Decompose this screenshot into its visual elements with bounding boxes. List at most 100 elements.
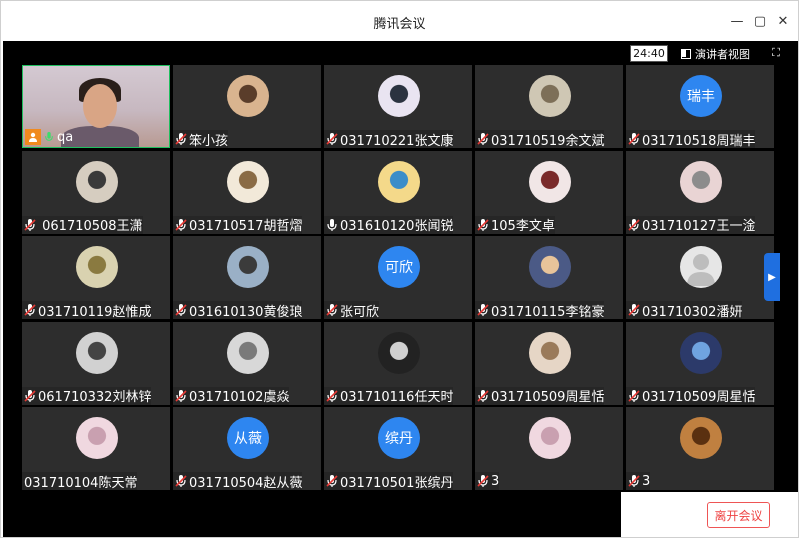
speaker-view-button[interactable]: 演讲者视图: [681, 45, 756, 62]
participant-name: 031710501张缤丹: [340, 475, 454, 491]
participant-label: 031710302潘妍: [626, 301, 743, 319]
participant-name: 105李文卓: [491, 219, 555, 234]
participant-tile[interactable]: 061710508王潇: [22, 150, 170, 234]
participant-label: 061710508王潇: [22, 215, 143, 234]
participant-label: 031710519余文斌: [475, 130, 605, 149]
participant-name: 031710518周瑞丰: [642, 133, 756, 149]
participant-name: 031710116任天时: [340, 390, 454, 405]
microphone-muted-icon: [477, 132, 489, 146]
microphone-muted-icon: [175, 389, 187, 403]
expand-panel-icon[interactable]: ▶: [764, 253, 780, 301]
close-icon[interactable]: ✕: [773, 11, 793, 31]
participant-name: 031710504赵从薇: [189, 475, 303, 491]
participant-name: 3: [491, 473, 500, 489]
meeting-window: 腾讯会议 — ▢ ✕ 24:40 演讲者视图 ⛶ qa 笨小孩 031710221张…: [0, 0, 799, 538]
participant-label: 031710504赵从薇: [173, 472, 303, 491]
participant-tile[interactable]: 缤丹 031710501张缤丹: [324, 407, 472, 490]
participant-tile[interactable]: qa: [22, 65, 170, 148]
avatar-photo: [680, 160, 722, 203]
avatar-photo: [529, 75, 571, 117]
avatar-photo: [680, 417, 722, 459]
participant-tile[interactable]: 105李文卓: [475, 150, 623, 234]
participant-label: 031710115李铭豪: [475, 301, 605, 320]
participant-label: 张可欣: [324, 301, 380, 320]
participant-label: 031710501张缤丹: [324, 472, 454, 491]
minimize-icon[interactable]: —: [727, 11, 747, 31]
microphone-muted-icon: [326, 474, 338, 488]
microphone-muted-icon: [175, 303, 187, 317]
participant-tile[interactable]: 031710116任天时: [324, 321, 472, 405]
avatar-initials: 瑞丰: [680, 75, 722, 117]
microphone-muted-icon: [628, 474, 640, 488]
participant-tile[interactable]: 瑞丰 031710518周瑞丰: [626, 65, 774, 148]
avatar-initials: 缤丹: [378, 417, 420, 459]
microphone-muted-icon: [477, 474, 489, 488]
participant-tile[interactable]: 031710115李铭豪: [475, 236, 623, 319]
participant-label: 031610120张闻锐: [324, 215, 454, 234]
participant-tile[interactable]: 061710332刘林锌: [22, 321, 170, 405]
participant-name: 061710508王潇: [38, 219, 143, 234]
participant-tile[interactable]: 031710509周星恬: [626, 321, 774, 405]
avatar-photo: [378, 75, 420, 117]
avatar-photo: [227, 160, 269, 203]
participant-tile[interactable]: 3: [475, 407, 623, 490]
participant-label: 031710104陈天常: [22, 472, 138, 490]
participant-tile[interactable]: 031710221张文康: [324, 65, 472, 148]
avatar-photo: [227, 75, 269, 117]
title-bar: 腾讯会议 — ▢ ✕: [1, 1, 798, 41]
participant-tile[interactable]: 031710302潘妍: [626, 236, 774, 319]
participant-label: 031710509周星恬: [626, 386, 756, 405]
participant-label: 031710119赵惟成: [22, 301, 152, 319]
participant-name: 031710115李铭豪: [491, 304, 605, 320]
microphone-muted-icon: [628, 303, 640, 317]
participant-tile[interactable]: 从薇 031710504赵从薇: [173, 407, 321, 490]
participant-grid: qa 笨小孩 031710221张文康 031710519余文斌 瑞丰 031710518…: [22, 65, 778, 492]
meeting-timer: 24:40: [630, 45, 668, 62]
maximize-icon[interactable]: ▢: [750, 11, 770, 31]
participant-tile[interactable]: 031710517胡哲熠: [173, 150, 321, 234]
avatar-photo: [76, 246, 118, 288]
microphone-muted-icon: [326, 389, 338, 403]
avatar-photo: [76, 417, 118, 459]
participant-name: 061710332刘林锌: [38, 390, 152, 405]
participant-label: 031610130黄俊琅: [173, 301, 303, 320]
participant-tile[interactable]: 笨小孩: [173, 65, 321, 148]
participant-tile[interactable]: 031710509周星恬: [475, 321, 623, 405]
participant-label: 031710116任天时: [324, 386, 454, 405]
avatar-photo: [529, 417, 571, 459]
participant-tile[interactable]: 031710102虞焱: [173, 321, 321, 405]
avatar-photo: [227, 331, 269, 374]
microphone-muted-icon: [477, 303, 489, 317]
participant-tile[interactable]: 031610120张闻锐: [324, 150, 472, 234]
participant-tile[interactable]: 031610130黄俊琅: [173, 236, 321, 319]
microphone-muted-icon: [24, 303, 36, 317]
participant-tile[interactable]: 031710119赵惟成: [22, 236, 170, 319]
participant-tile[interactable]: 3: [626, 407, 774, 490]
microphone-muted-icon: [24, 218, 36, 232]
participant-label: 3: [475, 472, 500, 490]
participant-name: 031710517胡哲熠: [189, 219, 303, 234]
participant-name: 031710509周星恬: [642, 390, 756, 405]
participant-name: 031610130黄俊琅: [189, 304, 303, 320]
participant-label: 031710127王一淦: [626, 215, 756, 234]
participant-label: 031710102虞焱: [173, 386, 290, 405]
fullscreen-icon[interactable]: ⛶: [768, 45, 784, 61]
microphone-muted-icon: [477, 389, 489, 403]
microphone-muted-icon: [175, 218, 187, 232]
microphone-muted-icon: [326, 303, 338, 317]
microphone-icon: [326, 218, 338, 232]
participant-name: 031610120张闻锐: [340, 219, 454, 234]
avatar-photo: [227, 246, 269, 288]
microphone-muted-icon: [175, 474, 187, 488]
participant-name: 031710519余文斌: [491, 133, 605, 149]
participant-tile[interactable]: 031710519余文斌: [475, 65, 623, 148]
avatar-initials: 从薇: [227, 417, 269, 459]
leave-meeting-button[interactable]: 离开会议: [707, 502, 770, 528]
avatar-photo: [529, 246, 571, 288]
participant-tile[interactable]: 031710127王一淦: [626, 150, 774, 234]
avatar-photo: [529, 331, 571, 374]
participant-tile[interactable]: 031710104陈天常: [22, 407, 170, 490]
participant-name: 031710127王一淦: [642, 219, 756, 234]
participant-name: 张可欣: [340, 304, 380, 320]
participant-tile[interactable]: 可欣 张可欣: [324, 236, 472, 319]
